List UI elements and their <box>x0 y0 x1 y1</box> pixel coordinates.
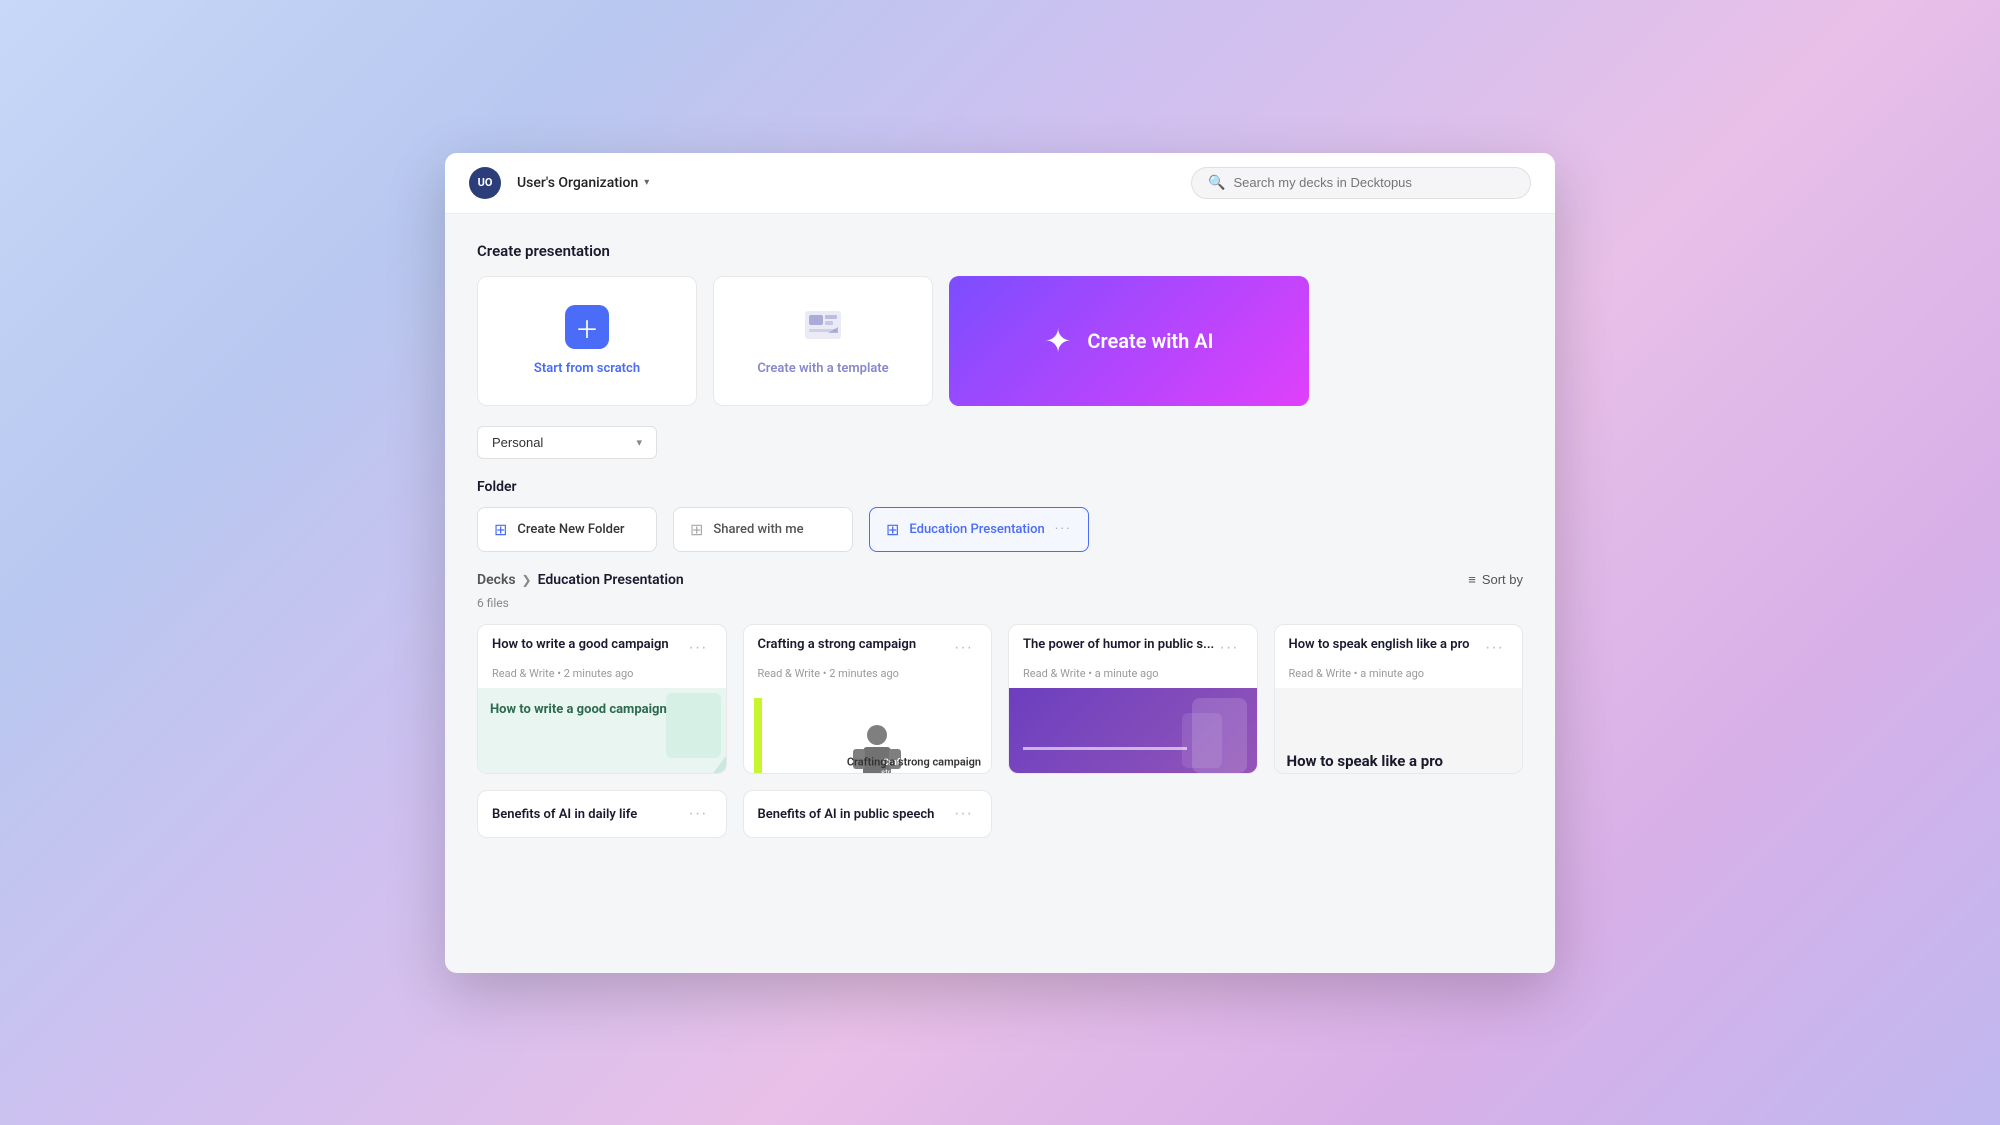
scratch-icon: ＋ <box>565 305 609 349</box>
chevron-down-icon: ▾ <box>636 436 642 449</box>
search-input[interactable] <box>1233 175 1514 190</box>
org-chevron-icon: ▾ <box>644 177 649 188</box>
deck-card-2-title: Crafting a strong campaign <box>758 637 951 654</box>
partial-deck-2-header: Benefits of AI in public speech ··· <box>758 803 978 825</box>
scratch-label: Start from scratch <box>534 361 640 376</box>
create-new-folder-card[interactable]: ⊞ Create New Folder <box>477 507 657 552</box>
shared-icon: ⊞ <box>690 520 703 539</box>
breadcrumb-current: Education Presentation <box>538 572 684 588</box>
deck-card-3-meta: Read & Write • a minute ago <box>1009 667 1257 688</box>
partial-deck-row: Benefits of AI in daily life ··· Benefit… <box>477 790 1523 838</box>
files-count: 6 files <box>477 596 1523 610</box>
thumb-3-deco2 <box>1182 713 1222 768</box>
breadcrumb-decks: Decks <box>477 572 516 588</box>
partial-deck-2-more-button[interactable]: ··· <box>950 803 977 825</box>
partial-deck-2[interactable]: Benefits of AI in public speech ··· <box>743 790 993 838</box>
breadcrumb: Decks ❯ Education Presentation <box>477 572 684 588</box>
deck-card-3[interactable]: The power of humor in public s... ··· Re… <box>1008 624 1258 775</box>
thumb-3-bar <box>1023 747 1187 750</box>
folder-section-title: Folder <box>477 479 1523 495</box>
partial-deck-1-more-button[interactable]: ··· <box>685 803 712 825</box>
personal-dropdown[interactable]: Personal ▾ <box>477 426 657 459</box>
deck-card-1-header: How to write a good campaign ··· <box>478 625 726 667</box>
new-folder-icon: ⊞ <box>494 520 507 539</box>
deck-card-1-thumb: How to write a good campaign <box>478 688 726 775</box>
breadcrumb-chevron-icon: ❯ <box>522 573 532 587</box>
education-folder-label: Education Presentation <box>909 522 1044 537</box>
thumb-4-text: How to speak like a pro <box>1275 740 1455 774</box>
content-area: Create presentation ＋ Start from scratch <box>445 214 1555 973</box>
thumb-1-deco3 <box>666 693 721 758</box>
deck-card-1-more-button[interactable]: ··· <box>685 637 712 659</box>
deck-card-2[interactable]: Crafting a strong campaign ··· Read & Wr… <box>743 624 993 775</box>
education-folder-card[interactable]: ⊞ Education Presentation ··· <box>869 507 1089 552</box>
main-window: UO User's Organization ▾ 🔍 Create presen… <box>445 153 1555 973</box>
partial-deck-1-title: Benefits of AI in daily life <box>492 807 685 822</box>
sort-icon: ≡ <box>1468 572 1476 587</box>
new-folder-label: Create New Folder <box>517 522 624 537</box>
ai-card[interactable]: ✦ Create with AI <box>949 276 1309 406</box>
deck-card-4-meta: Read & Write • a minute ago <box>1275 667 1523 688</box>
education-folder-icon: ⊞ <box>886 520 899 539</box>
deck-card-2-thumb: Crafting a strong Crafting a strong camp… <box>744 688 992 775</box>
deck-card-4-header: How to speak english like a pro ··· <box>1275 625 1523 667</box>
thumb-2-bar <box>754 698 762 775</box>
template-card[interactable]: Create with a template <box>713 276 933 406</box>
deck-card-2-more-button[interactable]: ··· <box>950 637 977 659</box>
decks-header: Decks ❯ Education Presentation ≡ Sort by <box>477 572 1523 588</box>
partial-deck-1[interactable]: Benefits of AI in daily life ··· <box>477 790 727 838</box>
ai-star-icon: ✦ <box>1045 322 1072 360</box>
deck-card-1[interactable]: How to write a good campaign ··· Read & … <box>477 624 727 775</box>
header: UO User's Organization ▾ 🔍 <box>445 153 1555 214</box>
sort-label: Sort by <box>1482 572 1523 587</box>
thumb-1-deco1 <box>666 756 726 774</box>
folder-cards-row: ⊞ Create New Folder ⊞ Shared with me ⊞ E… <box>477 507 1523 552</box>
folder-section: Folder ⊞ Create New Folder ⊞ Shared with… <box>477 479 1523 552</box>
org-name-label: User's Organization <box>517 175 638 191</box>
scratch-card[interactable]: ＋ Start from scratch <box>477 276 697 406</box>
deck-card-3-title: The power of humor in public s... <box>1023 637 1216 654</box>
thumb-1-text: How to write a good campaign <box>490 702 667 719</box>
dropdown-row: Personal ▾ <box>477 426 1523 459</box>
deck-card-1-title: How to write a good campaign <box>492 637 685 654</box>
deck-card-3-thumb: The power of humor <box>1009 688 1257 775</box>
org-logo: UO <box>469 167 501 199</box>
dropdown-value: Personal <box>492 435 543 450</box>
deck-card-3-header: The power of humor in public s... ··· <box>1009 625 1257 667</box>
sort-button[interactable]: ≡ Sort by <box>1468 572 1523 587</box>
deck-card-4[interactable]: How to speak english like a pro ··· Read… <box>1274 624 1524 775</box>
shared-folder-label: Shared with me <box>713 522 803 537</box>
deck-card-2-meta: Read & Write • 2 minutes ago <box>744 667 992 688</box>
ai-label: Create with AI <box>1087 329 1213 353</box>
search-bar[interactable]: 🔍 <box>1191 167 1531 199</box>
shared-folder-card[interactable]: ⊞ Shared with me <box>673 507 853 552</box>
create-section-title: Create presentation <box>477 242 1523 260</box>
deck-card-3-more-button[interactable]: ··· <box>1216 637 1243 659</box>
deck-grid: How to write a good campaign ··· Read & … <box>477 624 1523 775</box>
deck-card-2-header: Crafting a strong campaign ··· <box>744 625 992 667</box>
deck-card-4-thumb: How to speak like a pro <box>1275 688 1523 775</box>
partial-deck-2-title: Benefits of AI in public speech <box>758 807 951 822</box>
deck-card-4-title: How to speak english like a pro <box>1289 637 1482 654</box>
search-icon: 🔍 <box>1208 175 1225 191</box>
thumb-2-text: Crafting a strong campaign <box>847 755 981 768</box>
svg-text:strong: strong <box>881 768 904 774</box>
partial-deck-1-header: Benefits of AI in daily life ··· <box>492 803 712 825</box>
template-icon <box>801 305 845 349</box>
org-name-button[interactable]: User's Organization ▾ <box>517 175 649 191</box>
deck-card-1-meta: Read & Write • 2 minutes ago <box>478 667 726 688</box>
education-folder-more-icon[interactable]: ··· <box>1055 521 1072 537</box>
template-label: Create with a template <box>757 361 888 376</box>
deck-card-4-more-button[interactable]: ··· <box>1481 637 1508 659</box>
create-cards-row: ＋ Start from scratch Create with a templ… <box>477 276 1523 406</box>
